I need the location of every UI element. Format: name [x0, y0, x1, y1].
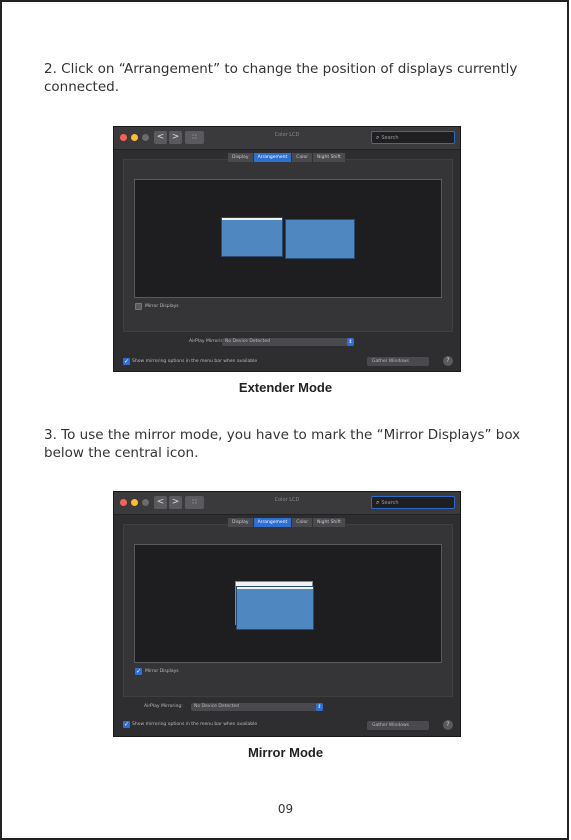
- mirror-displays-label: Mirror Displays: [145, 304, 179, 309]
- show-mirroring-label: Show mirroring options in the menu bar w…: [132, 359, 258, 364]
- mirror-displays-label: Mirror Displays: [145, 669, 179, 674]
- show-mirroring-label: Show mirroring options in the menu bar w…: [132, 722, 258, 727]
- tab-night-shift: Night Shift: [313, 153, 346, 162]
- airplay-select: No Device Detected ⇕: [222, 338, 354, 346]
- mirror-caption: Mirror Mode: [247, 745, 324, 760]
- arrangement-area: [134, 179, 442, 298]
- show-mirroring-checkbox: ✓: [123, 721, 130, 728]
- tab-display: Display: [228, 518, 254, 527]
- tab-bar: Display Arrangement Color Night Shift: [228, 518, 346, 527]
- display-icon-mirrored: [236, 586, 314, 630]
- window-titlebar: < > ∷ Color LCD ⌕ Search: [114, 127, 460, 150]
- extender-screenshot: < > ∷ Color LCD ⌕Search To rearrange the…: [113, 126, 461, 372]
- arrangement-area: [134, 544, 442, 663]
- gather-windows-button: Gather Windows: [367, 721, 429, 730]
- help-icon: ?: [443, 720, 453, 730]
- tab-arrangement: Arrangement: [253, 518, 293, 527]
- search-icon: ⌕: [376, 499, 380, 506]
- step3-paragraph: 3. To use the mirror mode, you have to m…: [44, 427, 521, 461]
- search-placeholder: Search: [381, 135, 399, 141]
- chevron-updown-icon: ⇕: [316, 703, 323, 711]
- window-titlebar: < > ∷ Color LCD ⌕ Search: [114, 492, 460, 515]
- tab-night-shift: Night Shift: [313, 518, 346, 527]
- mirror-displays-checkbox: ✓: [135, 668, 142, 675]
- show-mirroring-checkbox: ✓: [123, 358, 130, 365]
- mirror-screenshot: < > ∷ Color LCD ⌕Search To rearrange the…: [113, 491, 461, 737]
- step2-paragraph: 2. Click on “Arrangement” to change the …: [44, 61, 518, 95]
- display-icon-secondary: [285, 219, 355, 259]
- tab-arrangement: Arrangement: [253, 153, 293, 162]
- help-icon: ?: [443, 356, 453, 366]
- gather-windows-button: Gather Windows: [367, 357, 429, 366]
- airplay-value: No Device Detected: [225, 339, 270, 344]
- airplay-label: AirPlay Mirroring:: [144, 704, 183, 709]
- search-field: ⌕ Search: [371, 131, 455, 144]
- menu-bar-indicator: [222, 218, 282, 220]
- page-number: 09: [277, 802, 294, 816]
- tab-display: Display: [228, 153, 254, 162]
- tab-bar: Display Arrangement Color Night Shift: [228, 153, 346, 162]
- menu-bar-indicator: [237, 587, 313, 589]
- mirror-displays-checkbox: [135, 303, 142, 310]
- search-placeholder: Search: [381, 500, 399, 506]
- tab-color: Color: [292, 518, 314, 527]
- tab-color: Color: [292, 153, 314, 162]
- airplay-value: No Device Detected: [194, 704, 239, 709]
- extender-caption: Extender Mode: [238, 380, 333, 395]
- search-icon: ⌕: [376, 134, 380, 141]
- chevron-updown-icon: ⇕: [347, 338, 354, 346]
- airplay-select: No Device Detected ⇕: [191, 703, 323, 711]
- display-icon-primary: [221, 217, 283, 257]
- search-field: ⌕ Search: [371, 496, 455, 509]
